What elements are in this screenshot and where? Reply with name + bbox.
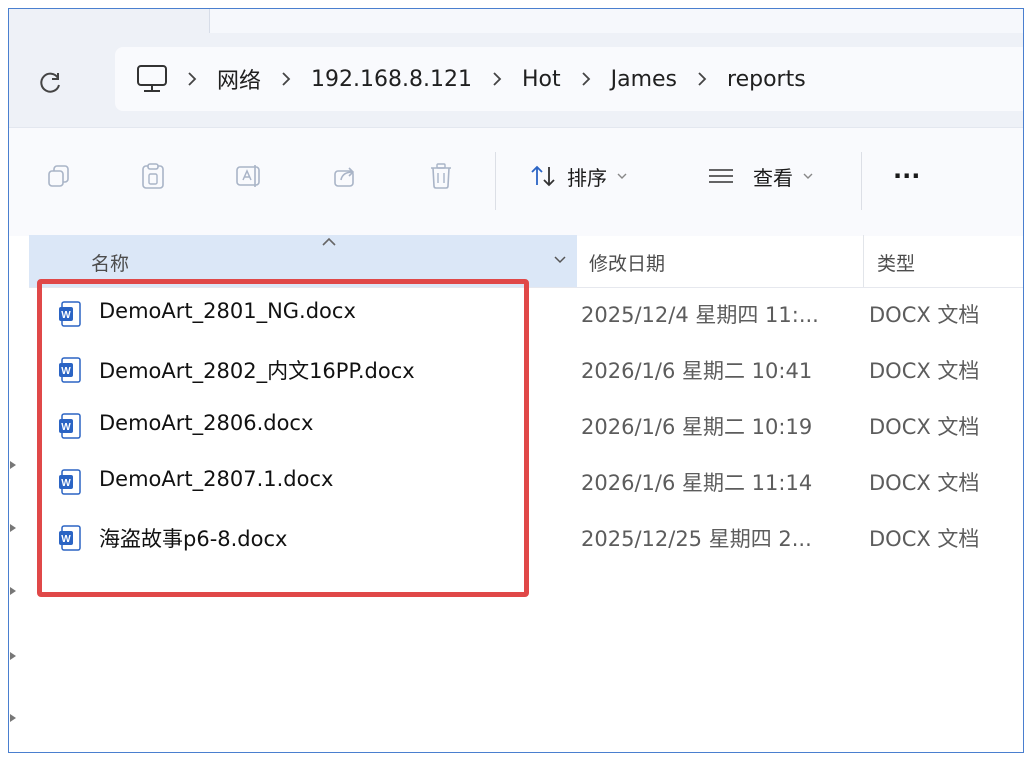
chevron-down-icon bbox=[617, 173, 627, 179]
refresh-button[interactable] bbox=[31, 63, 71, 103]
chevron-down-icon[interactable] bbox=[553, 255, 567, 265]
tab-strip bbox=[9, 9, 1023, 33]
refresh-icon bbox=[40, 72, 60, 93]
file-row[interactable]: W DemoArt_2801_NG.docx 2025/12/4 星期四 11:… bbox=[48, 288, 1008, 338]
column-separator[interactable] bbox=[863, 235, 864, 287]
rename-button[interactable] bbox=[229, 156, 269, 196]
file-type: DOCX 文档 bbox=[869, 471, 980, 495]
address-bar-area: 网络 192.168.8.121 Hot James reports bbox=[9, 33, 1023, 127]
file-name: DemoArt_2807.1.docx bbox=[99, 467, 334, 491]
view-list-icon bbox=[709, 169, 733, 183]
column-type-header[interactable]: 类型 bbox=[877, 249, 915, 276]
breadcrumb-item-reports[interactable]: reports bbox=[725, 67, 808, 92]
file-row[interactable]: W DemoArt_2802_内文16PP.docx 2026/1/6 星期二 … bbox=[48, 344, 1008, 394]
word-document-icon: W bbox=[59, 413, 81, 439]
word-document-icon: W bbox=[59, 469, 81, 495]
svg-text:W: W bbox=[61, 478, 71, 489]
file-row[interactable]: W DemoArt_2807.1.docx 2026/1/6 星期二 11:14… bbox=[48, 456, 1008, 506]
paste-button[interactable] bbox=[133, 156, 173, 196]
toolbar-divider bbox=[861, 152, 862, 210]
file-date: 2026/1/6 星期二 10:41 bbox=[581, 359, 813, 383]
column-date-header[interactable]: 修改日期 bbox=[589, 249, 665, 276]
file-name: 海盗故事p6-8.docx bbox=[99, 527, 288, 551]
column-name-label: 名称 bbox=[91, 253, 130, 275]
more-icon: ··· bbox=[893, 162, 921, 190]
svg-text:W: W bbox=[61, 422, 71, 433]
file-date: 2025/12/25 星期四 2... bbox=[581, 527, 812, 551]
expand-arrow-icon[interactable] bbox=[9, 714, 17, 722]
sort-icon bbox=[531, 165, 555, 187]
delete-button[interactable] bbox=[421, 156, 461, 196]
expand-arrow-icon[interactable] bbox=[9, 524, 17, 532]
svg-text:W: W bbox=[61, 310, 71, 321]
file-row[interactable]: W DemoArt_2806.docx 2026/1/6 星期二 10:19 D… bbox=[48, 400, 1008, 450]
file-date: 2026/1/6 星期二 11:14 bbox=[581, 471, 813, 495]
breadcrumb-item-network[interactable]: 网络 bbox=[215, 63, 263, 95]
file-date: 2025/12/4 星期四 11:... bbox=[581, 303, 819, 327]
copy-icon bbox=[48, 165, 69, 187]
breadcrumb-item-host[interactable]: 192.168.8.121 bbox=[309, 67, 474, 92]
share-button[interactable] bbox=[325, 156, 365, 196]
view-button[interactable]: 查看 bbox=[707, 156, 813, 196]
word-document-icon: W bbox=[59, 525, 81, 551]
trash-icon bbox=[431, 163, 451, 189]
column-header-row: 名称 修改日期 类型 bbox=[29, 235, 1023, 288]
address-bar[interactable]: 网络 192.168.8.121 Hot James reports bbox=[115, 47, 1023, 111]
svg-text:W: W bbox=[61, 534, 71, 545]
more-options-button[interactable]: ··· bbox=[893, 156, 920, 196]
expand-arrow-icon[interactable] bbox=[9, 461, 17, 469]
toolbar-divider bbox=[495, 152, 496, 210]
share-icon bbox=[334, 167, 355, 187]
word-document-icon: W bbox=[59, 357, 81, 383]
chevron-right-icon bbox=[563, 71, 609, 87]
file-row[interactable]: W 海盗故事p6-8.docx 2025/12/25 星期四 2... DOCX… bbox=[48, 512, 1008, 562]
breadcrumb: 网络 192.168.8.121 Hot James reports bbox=[135, 47, 808, 111]
clipboard-icon bbox=[142, 163, 164, 189]
view-label: 查看 bbox=[753, 165, 793, 190]
file-name: DemoArt_2802_内文16PP.docx bbox=[99, 359, 415, 383]
chevron-right-icon bbox=[263, 71, 309, 87]
sort-label: 排序 bbox=[567, 165, 607, 190]
active-tab[interactable] bbox=[209, 9, 1023, 33]
chevron-right-icon bbox=[474, 71, 520, 87]
computer-icon[interactable] bbox=[135, 64, 169, 94]
sort-ascending-icon bbox=[322, 237, 336, 246]
breadcrumb-item-james[interactable]: James bbox=[609, 67, 679, 92]
word-document-icon: W bbox=[59, 301, 81, 327]
sort-button[interactable]: 排序 bbox=[529, 156, 627, 196]
command-bar: 排序 查看 ··· bbox=[9, 127, 1023, 236]
svg-text:W: W bbox=[61, 366, 71, 377]
rename-icon bbox=[236, 165, 260, 187]
file-name: DemoArt_2806.docx bbox=[99, 411, 314, 435]
chevron-right-icon bbox=[169, 71, 215, 87]
file-type: DOCX 文档 bbox=[869, 527, 980, 551]
expand-arrow-icon[interactable] bbox=[9, 587, 17, 595]
breadcrumb-item-hot[interactable]: Hot bbox=[520, 67, 563, 92]
file-type: DOCX 文档 bbox=[869, 415, 980, 439]
chevron-down-icon bbox=[803, 173, 813, 179]
file-date: 2026/1/6 星期二 10:19 bbox=[581, 415, 813, 439]
chevron-right-icon bbox=[679, 71, 725, 87]
expand-arrow-icon[interactable] bbox=[9, 652, 17, 660]
file-type: DOCX 文档 bbox=[869, 303, 980, 327]
copy-button[interactable] bbox=[39, 156, 79, 196]
file-name: DemoArt_2801_NG.docx bbox=[99, 299, 356, 323]
file-type: DOCX 文档 bbox=[869, 359, 980, 383]
